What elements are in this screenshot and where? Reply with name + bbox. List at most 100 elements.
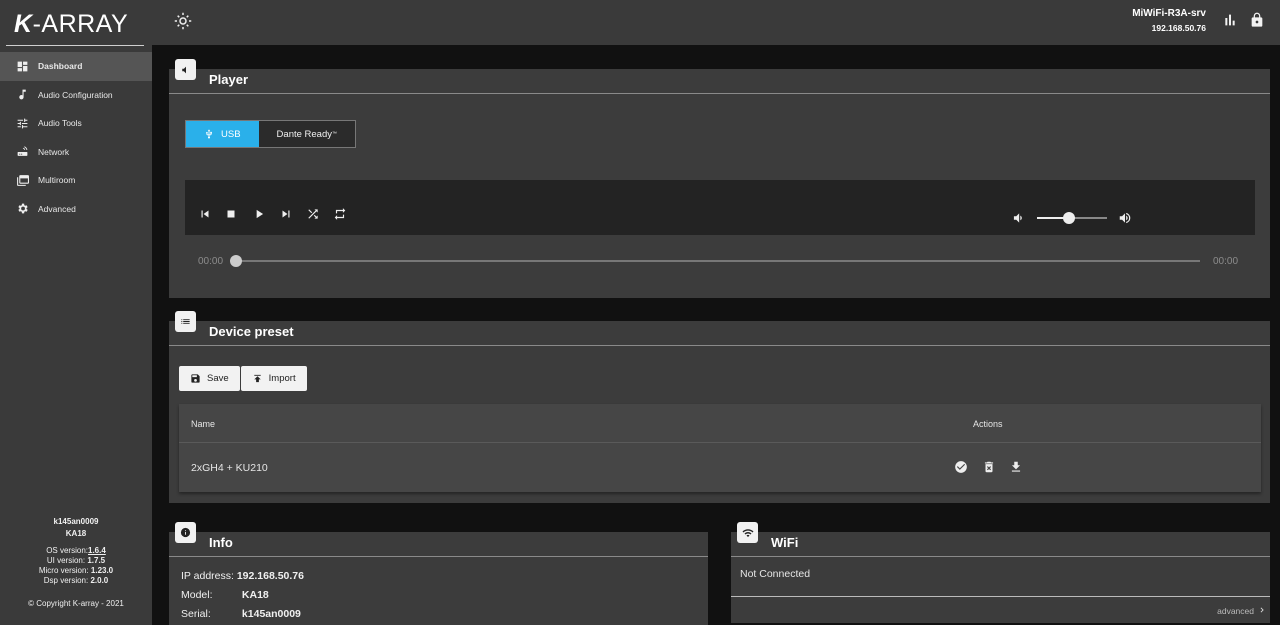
player-header: Player — [169, 59, 1270, 94]
preset-header: Device preset — [169, 311, 1270, 346]
logo-divider — [6, 45, 144, 46]
sidebar-item-label: Network — [38, 146, 70, 157]
column-name-header: Name — [191, 419, 216, 429]
dsp-version-label: Dsp version: — [43, 576, 89, 585]
dashboard-icon — [15, 59, 29, 73]
seek-handle[interactable] — [230, 255, 242, 267]
player-title: Player — [209, 72, 249, 87]
os-version-label: OS version: — [46, 546, 88, 555]
repeat-icon[interactable] — [333, 207, 347, 221]
usb-label: USB — [221, 128, 241, 140]
list-icon — [181, 319, 190, 324]
check-circle-icon[interactable] — [954, 460, 968, 474]
sidebar-item-multiroom[interactable]: Multiroom — [0, 166, 152, 195]
upload-icon — [253, 374, 261, 383]
sidebar-item-label: Dashboard — [38, 61, 83, 72]
usb-icon — [206, 129, 212, 139]
column-actions-header: Actions — [973, 419, 1003, 429]
sidebar-item-label: Audio Configuration — [38, 89, 113, 100]
copyright: © Copyright K-array - 2021 — [28, 599, 124, 608]
stop-icon[interactable] — [224, 207, 238, 221]
sidebar-nav: Dashboard Audio Configuration Audio Tool… — [0, 52, 152, 223]
sidebar-item-label: Multiroom — [38, 175, 76, 186]
model-label: Model: — [181, 589, 213, 601]
info-header: Info — [169, 522, 708, 557]
wifi-divider — [731, 596, 1270, 597]
save-button[interactable]: Save — [179, 366, 240, 391]
ip-address-value: 192.168.50.76 — [236, 570, 304, 582]
speaker-icon — [181, 66, 186, 73]
info-icon — [180, 527, 191, 538]
dante-ready-source-button[interactable]: Dante Ready ™ — [258, 121, 355, 147]
import-button[interactable]: Import — [240, 366, 307, 391]
total-time: 00:00 — [1213, 256, 1239, 267]
host-ip: 192.168.50.76 — [1151, 23, 1206, 33]
advanced-link[interactable]: advanced — [1217, 606, 1254, 616]
os-version-link[interactable]: 1.6.4 — [88, 546, 106, 555]
volume-handle[interactable] — [1062, 212, 1075, 224]
sidebar-item-label: Advanced — [38, 203, 76, 214]
sidebar-item-network[interactable]: Network — [0, 138, 152, 167]
preset-toolbar: Save Import — [179, 366, 308, 391]
source-selector: USB Dante Ready ™ — [185, 120, 356, 148]
table-header: Name Actions — [179, 404, 1261, 443]
serial-value: k145an0009 — [241, 608, 301, 620]
music-note-icon — [15, 88, 29, 102]
preset-title: Device preset — [209, 324, 294, 339]
k-array-logo: K-ARRAY — [14, 10, 129, 38]
preset-badge — [175, 311, 196, 332]
volume-slider[interactable] — [1037, 212, 1107, 224]
skip-previous-icon[interactable] — [198, 207, 212, 221]
device-model: KA18 — [65, 529, 87, 538]
device-preset-card: Device preset Save Import Name Actions 2… — [169, 311, 1270, 503]
delete-icon[interactable] — [982, 460, 996, 474]
sidebar-item-advanced[interactable]: Advanced — [0, 195, 152, 224]
device-id: k145an0009 — [53, 517, 99, 526]
host-info: MiWiFi-R3A-srv 192.168.50.76 — [1132, 8, 1206, 33]
wifi-badge — [737, 522, 758, 543]
info-card: Info IP address: 192.168.50.76 Model: KA… — [169, 522, 708, 625]
wifi-status: Not Connected — [740, 568, 811, 580]
ip-address-row: IP address: 192.168.50.76 — [181, 570, 304, 582]
sidebar-item-audio-tools[interactable]: Audio Tools — [0, 109, 152, 138]
usb-source-button[interactable]: USB — [186, 121, 259, 147]
import-label: Import — [268, 373, 296, 384]
bar-chart-icon[interactable] — [1222, 12, 1238, 28]
seek-bar[interactable] — [235, 260, 1200, 262]
dsp-version-value: 2.0.0 — [90, 576, 109, 585]
elapsed-time: 00:00 — [198, 256, 224, 267]
info-title: Info — [209, 535, 233, 550]
gear-icon — [15, 202, 29, 216]
multiroom-icon — [15, 173, 29, 187]
lock-icon[interactable] — [1249, 12, 1265, 28]
save-label: Save — [207, 373, 229, 384]
sun-icon[interactable] — [174, 12, 192, 30]
trademark-mark: ™ — [332, 131, 337, 137]
version-list: OS version:1.6.4 UI version: 1.7.5 Micro… — [0, 546, 152, 586]
volume-down-icon[interactable] — [1011, 211, 1025, 225]
serial-label: Serial: — [181, 608, 211, 620]
sliders-icon — [15, 116, 29, 130]
download-icon[interactable] — [1009, 460, 1023, 474]
ui-version-value: 1.7.5 — [87, 556, 106, 565]
wifi-title: WiFi — [771, 535, 799, 550]
model-row: Model: KA18 — [181, 589, 269, 601]
player-badge — [175, 59, 196, 80]
shuffle-icon[interactable] — [306, 207, 320, 221]
wifi-icon — [742, 528, 753, 537]
serial-row: Serial: k145an0009 — [181, 608, 301, 620]
ui-version-label: UI version: — [46, 556, 86, 565]
play-icon[interactable] — [252, 207, 266, 221]
player-card: Player USB Dante Ready ™ 00:00 00:00 — [169, 59, 1270, 298]
info-badge — [175, 522, 196, 543]
wifi-card: WiFi Not Connected advanced — [731, 522, 1270, 623]
micro-version-value: 1.23.0 — [90, 566, 114, 575]
sidebar-item-label: Audio Tools — [38, 118, 82, 129]
micro-version-label: Micro version: — [38, 566, 89, 575]
skip-next-icon[interactable] — [279, 207, 293, 221]
chevron-right-icon[interactable] — [1257, 605, 1267, 615]
hostname: MiWiFi-R3A-srv — [1132, 8, 1206, 19]
sidebar-item-audio-configuration[interactable]: Audio Configuration — [0, 81, 152, 110]
volume-up-icon[interactable] — [1118, 211, 1132, 225]
sidebar-item-dashboard[interactable]: Dashboard — [0, 52, 152, 81]
